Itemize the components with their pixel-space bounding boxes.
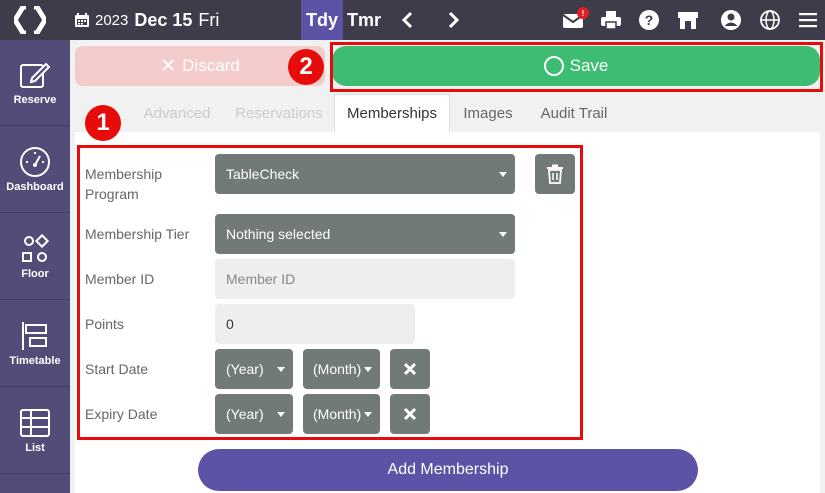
chevron-right-icon[interactable] <box>443 10 463 30</box>
date-year: 2023 <box>95 11 129 29</box>
top-bar: 2023 Dec 15 Fri Tdy Tmr ! ? <box>0 0 825 40</box>
store-icon[interactable] <box>677 9 699 31</box>
app-logo-icon[interactable] <box>14 6 46 34</box>
shapes-icon <box>22 233 50 262</box>
sidebar-item-timetable[interactable]: Timetable <box>0 301 70 387</box>
timetable-icon <box>22 322 47 350</box>
sidebar-item-label: Floor <box>21 268 49 280</box>
highlight-box-save <box>330 42 823 92</box>
tab-images[interactable]: Images <box>456 94 520 132</box>
highlight-box-form <box>77 145 583 440</box>
tab-advanced[interactable]: Advanced <box>137 94 217 132</box>
notification-badge: ! <box>577 7 589 19</box>
date-month-day: Dec 15 <box>134 9 193 30</box>
tomorrow-button[interactable]: Tmr <box>347 0 381 40</box>
user-icon[interactable] <box>720 9 742 31</box>
tab-memberships[interactable]: Memberships <box>334 94 450 132</box>
sidebar-item-reserve[interactable]: Reserve <box>0 40 70 126</box>
chevron-left-icon[interactable] <box>398 10 418 30</box>
step-marker-1: 1 <box>85 105 121 141</box>
edit-icon <box>20 62 51 88</box>
table-icon <box>20 409 50 437</box>
sidebar-item-floor[interactable]: Floor <box>0 214 70 300</box>
help-icon[interactable]: ? <box>638 9 660 31</box>
sidebar-item-list[interactable]: List <box>0 388 70 474</box>
calendar-icon <box>75 13 89 27</box>
tab-reservations[interactable]: Reservations <box>230 94 328 132</box>
gauge-icon <box>20 147 50 177</box>
date-display[interactable]: 2023 Dec 15 Fri <box>74 8 219 32</box>
svg-text:?: ? <box>645 12 654 28</box>
close-icon: ✕ <box>160 55 177 77</box>
sidebar-item-label: Dashboard <box>6 181 64 193</box>
sidebar-item-label: List <box>25 442 45 454</box>
today-button[interactable]: Tdy <box>301 0 343 40</box>
discard-label: Discard <box>182 56 240 75</box>
sidebar-item-dashboard[interactable]: Dashboard <box>0 127 70 213</box>
print-icon[interactable] <box>600 9 622 31</box>
sidebar-item-label: Reserve <box>13 94 57 106</box>
sidebar-item-label: Timetable <box>9 355 61 367</box>
sidebar: Reserve Dashboard Floor Timetable List <box>0 40 70 493</box>
globe-icon[interactable] <box>759 9 781 31</box>
add-membership-button[interactable]: Add Membership <box>198 449 698 491</box>
menu-icon[interactable] <box>797 9 819 31</box>
tab-audit-trail[interactable]: Audit Trail <box>530 94 618 132</box>
step-marker-2: 2 <box>288 49 324 85</box>
date-weekday: Fri <box>198 9 220 30</box>
